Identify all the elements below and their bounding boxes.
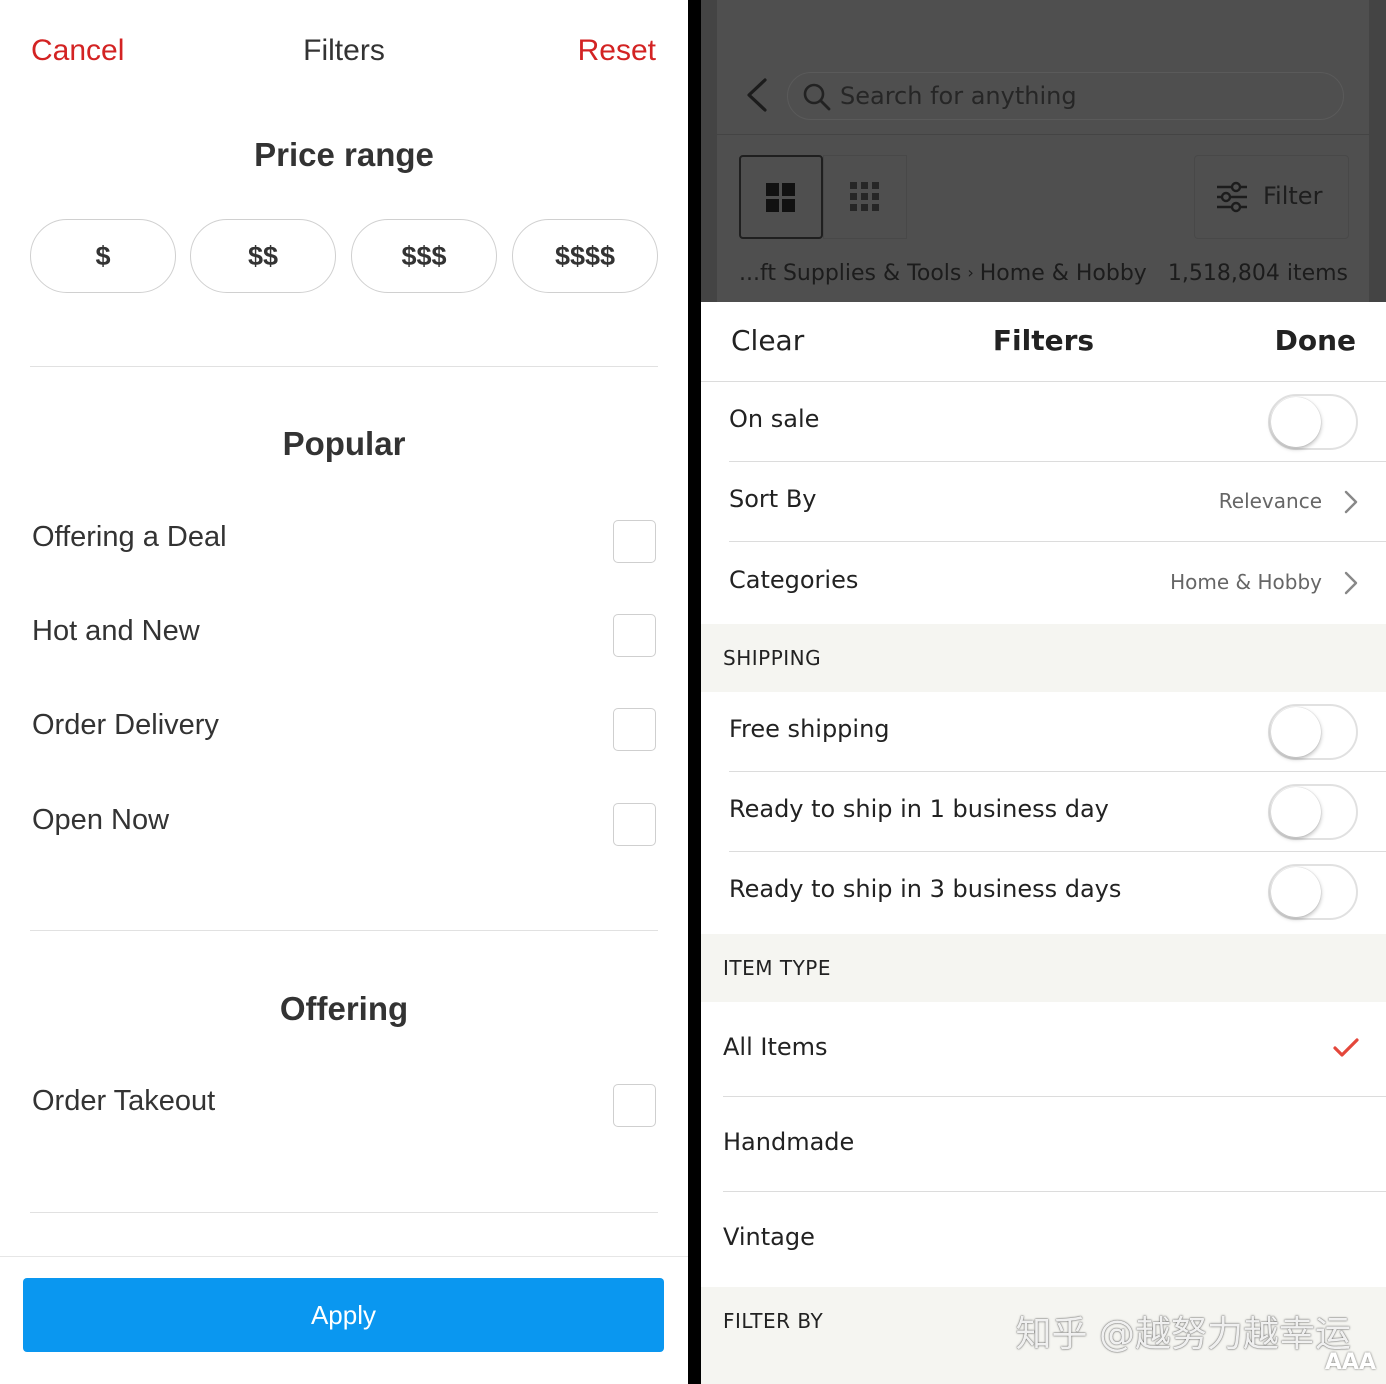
divider [30,366,658,367]
on-sale-row: On sale [701,382,1386,462]
ship-1-day-toggle[interactable] [1268,784,1358,840]
toggle-knob [1271,787,1321,837]
breadcrumb-parent[interactable]: ...ft Supplies & Tools [739,261,961,286]
offering-title: Offering [279,990,409,1027]
row-label: Categories [729,566,859,594]
item-label: Open Now [32,804,170,836]
toggle-knob [1271,707,1321,757]
checkmark-icon [1333,1038,1359,1057]
price-range-options: $ $$ $$$ $$$$ [30,219,658,293]
section-title: SHIPPING [723,646,822,670]
item-type-section-header: ITEM TYPE [701,934,1386,1002]
list-item[interactable]: Order Delivery [30,699,658,759]
left-header: Cancel Filters Reset [0,0,688,104]
price-option-3[interactable]: $$$ [351,219,497,293]
overlay-edge [1369,0,1386,302]
item-label: Hot and New [32,615,200,647]
sort-by-row[interactable]: Sort By Relevance [701,462,1386,542]
row-label: Ready to ship in 1 business day [729,795,1109,823]
item-label: Order Delivery [32,709,219,741]
toggle-knob [1271,867,1321,917]
watermark-logo: AAA [1324,1350,1376,1375]
reset-button[interactable]: Reset [578,34,656,68]
order-takeout-checkbox[interactable] [613,1084,656,1127]
filter-button-label: Filter [1263,182,1323,210]
item-type-handmade[interactable]: Handmade [701,1097,1386,1192]
chevron-right-icon [1344,571,1358,595]
open-now-checkbox[interactable] [613,803,656,846]
filter-button[interactable]: Filter [1194,155,1349,239]
grid-view-large-button[interactable] [739,155,823,239]
search-icon [803,83,831,111]
item-label: Vintage [723,1223,815,1251]
row-value: Home & Hobby [1170,570,1322,594]
row-value: Relevance [1218,489,1322,513]
sliders-icon [1217,181,1247,213]
free-shipping-row: Free shipping [701,692,1386,772]
grid-small-icon [850,182,879,211]
price-option-4[interactable]: $$$$ [512,219,658,293]
breadcrumb: ...ft Supplies & Tools › Home & Hobby [739,261,1147,286]
item-label: All Items [723,1033,828,1061]
right-filters-screen: Filter ...ft Supplies & Tools › Home & Hob… [701,0,1386,1384]
toggle-knob [1271,397,1321,447]
shipping-section-header: SHIPPING [701,624,1386,692]
back-arrow-icon[interactable] [743,78,773,112]
divider [717,134,1369,135]
hot-and-new-checkbox[interactable] [613,614,656,657]
list-item[interactable]: Hot and New [30,605,658,665]
breadcrumb-current[interactable]: Home & Hobby [980,261,1147,286]
price-option-1[interactable]: $ [30,219,176,293]
item-label: Order Takeout [32,1085,216,1117]
dimmed-background: Filter ...ft Supplies & Tools › Home & Hob… [701,0,1386,302]
list-item[interactable]: Open Now [30,794,658,854]
search-input[interactable] [840,80,1320,112]
chevron-right-icon [1344,490,1358,514]
left-filters-screen: Cancel Filters Reset Price range $ $$ $$… [0,0,688,1384]
price-option-2[interactable]: $$ [190,219,336,293]
item-type-vintage[interactable]: Vintage [701,1192,1386,1287]
row-label: Sort By [729,485,817,513]
popular-title: Popular [282,425,406,462]
ship-3-days-row: Ready to ship in 3 business days [701,852,1386,932]
item-type-all-items[interactable]: All Items [701,1002,1386,1097]
grid-view-small-button[interactable] [823,155,907,239]
divider [30,930,658,931]
section-title: FILTER BY [723,1309,824,1333]
list-item[interactable]: Offering a Deal [30,511,658,571]
price-range-title: Price range [254,136,434,173]
item-count: 1,518,804 items [1167,261,1348,286]
sheet-header: Clear Filters Done [701,302,1386,382]
free-shipping-toggle[interactable] [1268,704,1358,760]
order-delivery-checkbox[interactable] [613,708,656,751]
row-label: Ready to ship in 3 business days [729,875,1122,903]
on-sale-toggle[interactable] [1268,394,1358,450]
overlay-edge [701,0,717,302]
divider [30,1212,658,1213]
item-label: Handmade [723,1128,855,1156]
divider [729,541,1386,542]
offering-deal-checkbox[interactable] [613,520,656,563]
row-label: On sale [729,405,820,433]
grid-large-icon [766,183,795,212]
apply-button[interactable]: Apply [23,1278,664,1352]
done-button[interactable]: Done [1275,324,1356,357]
watermark: 知乎 @越努力越幸运 [1015,1314,1351,1355]
ship-1-day-row: Ready to ship in 1 business day [701,772,1386,852]
section-title: ITEM TYPE [723,956,831,980]
footer-divider [0,1256,688,1257]
ship-3-days-toggle[interactable] [1268,864,1358,920]
item-label: Offering a Deal [32,521,227,553]
list-item[interactable]: Order Takeout [30,1075,658,1135]
row-label: Free shipping [729,715,890,743]
categories-row[interactable]: Categories Home & Hobby [701,543,1386,623]
breadcrumb-separator-icon: › [967,263,974,282]
search-bar[interactable] [787,72,1344,120]
